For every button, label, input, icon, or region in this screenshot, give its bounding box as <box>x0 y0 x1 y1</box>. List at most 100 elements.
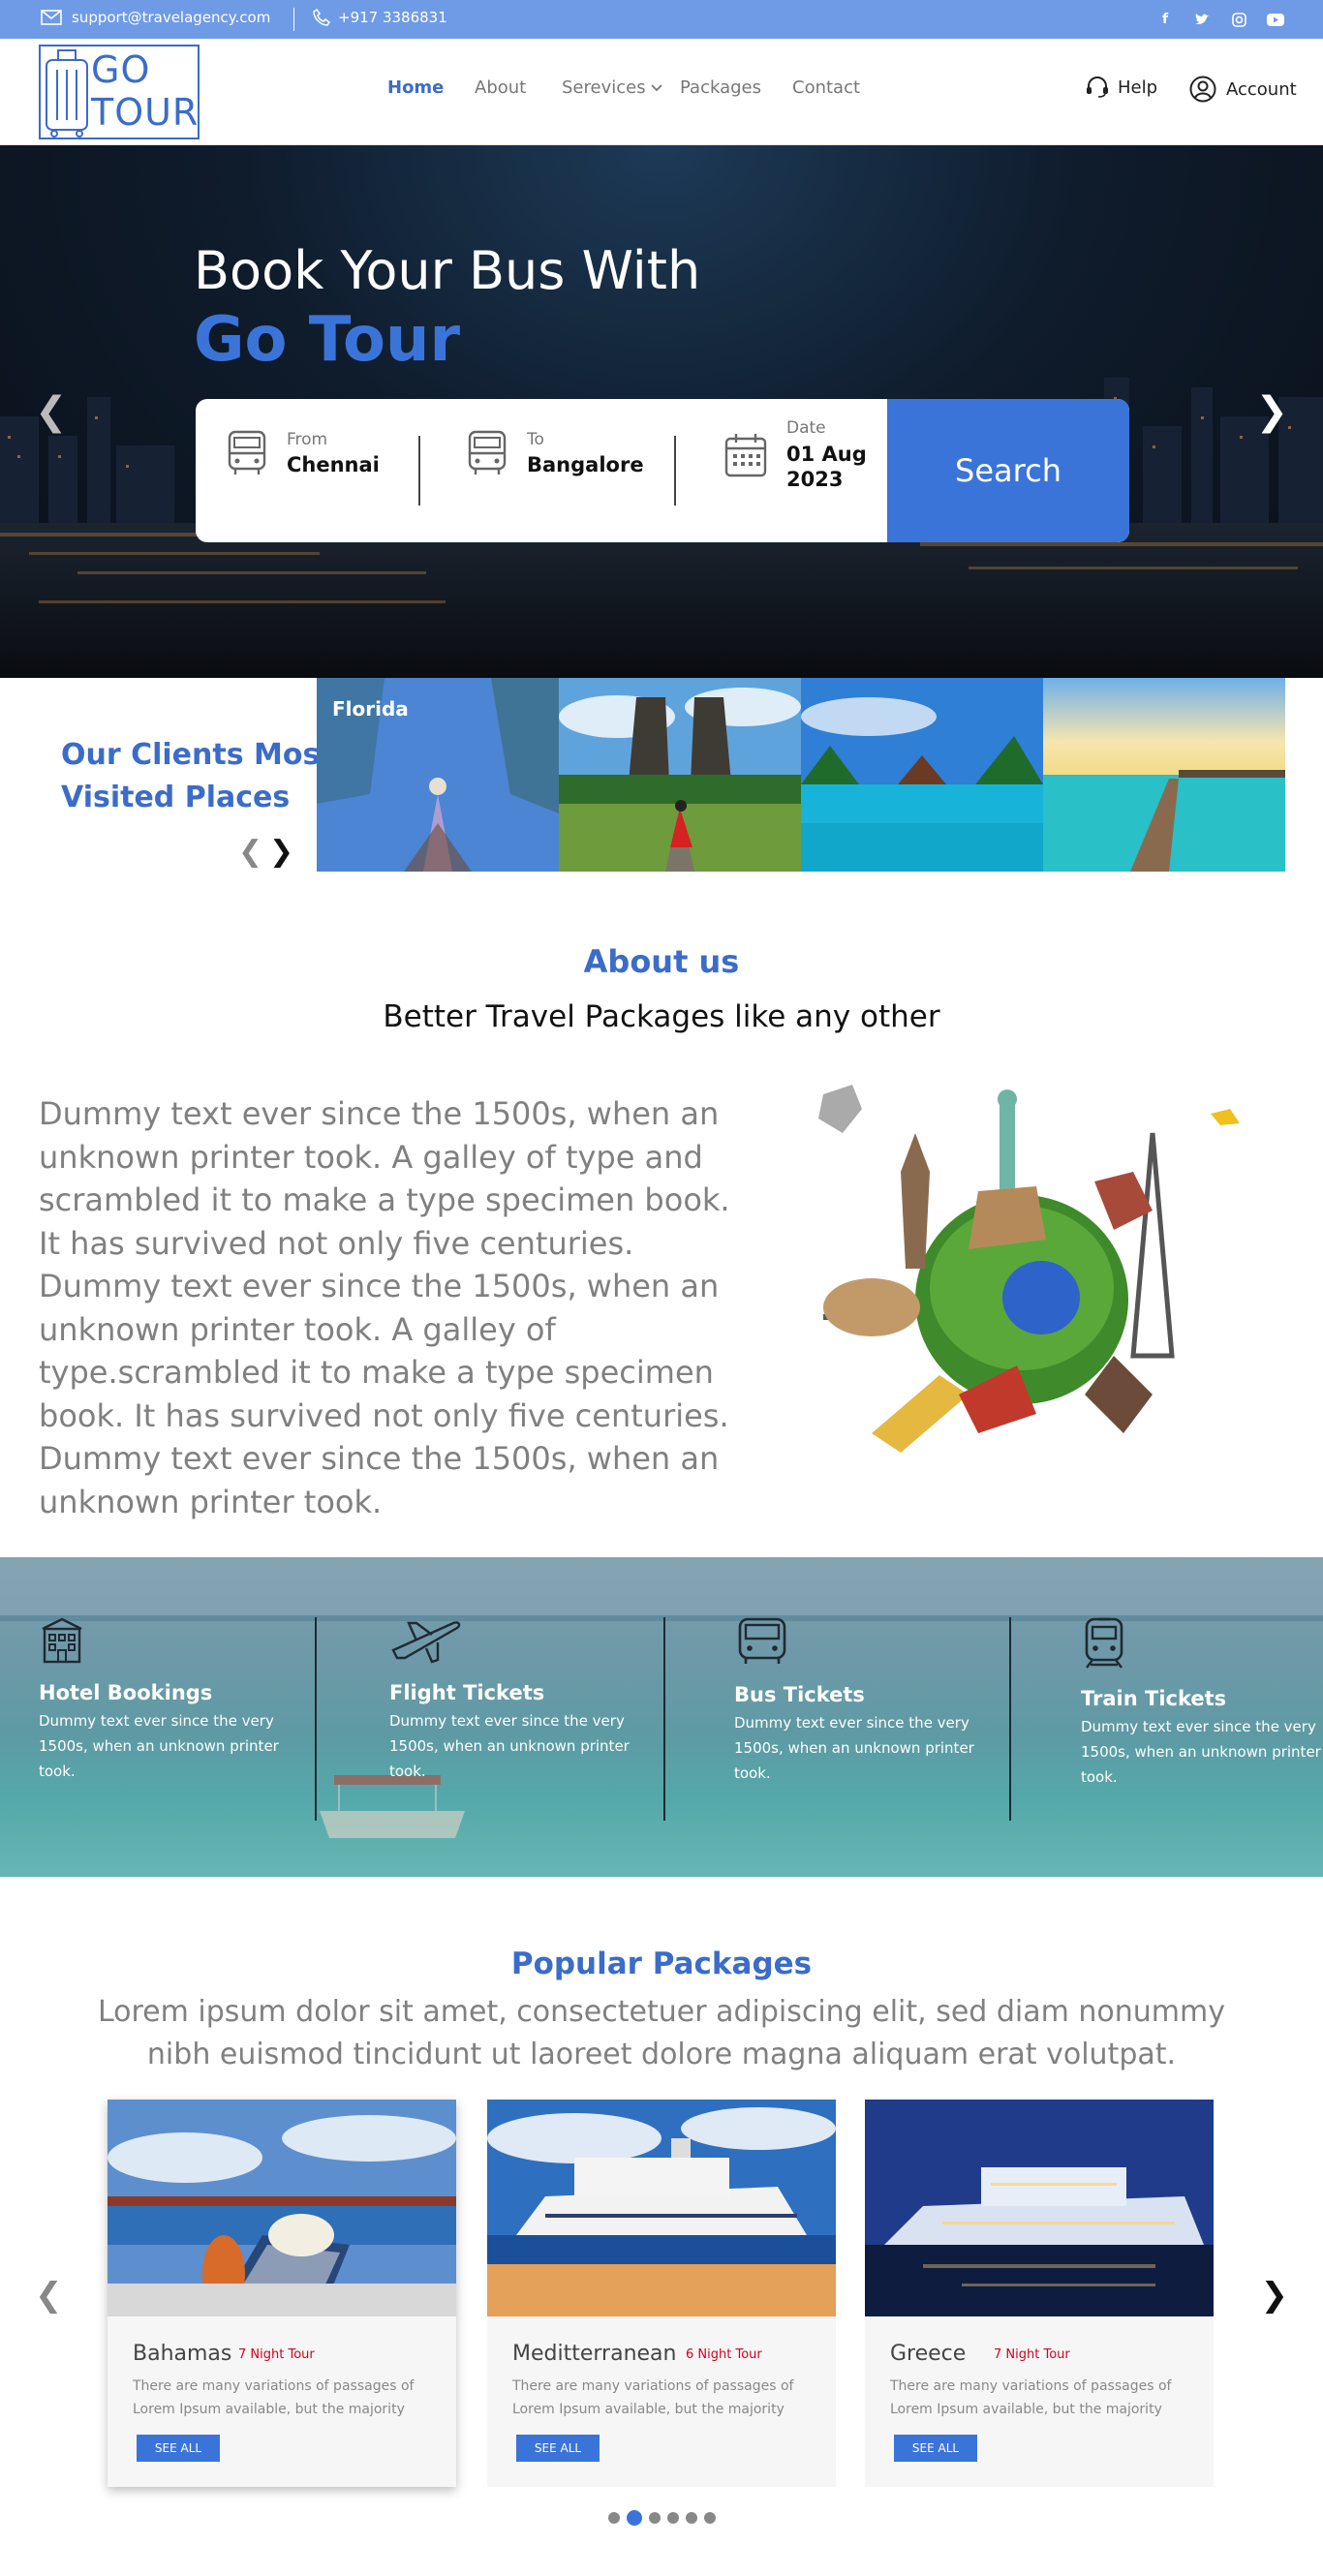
carousel-dot[interactable] <box>627 2510 642 2526</box>
carousel-dot[interactable] <box>608 2512 620 2524</box>
twitter-icon[interactable] <box>1191 10 1213 29</box>
package-text: There are many variations of passages of… <box>133 2378 415 2417</box>
service-divider <box>315 1617 317 1821</box>
bus-icon <box>468 430 507 475</box>
page: support@travelagency.com +917 3386831 f <box>0 0 1323 2576</box>
carousel-dot[interactable] <box>686 2512 697 2524</box>
support-phone[interactable]: +917 3386831 <box>313 9 447 26</box>
go-tour-logo[interactable]: GO TOUR <box>39 45 200 139</box>
cruise-ship-night-photo <box>865 2100 1214 2316</box>
services-band: Hotel Bookings Dummy text ever since the… <box>0 1557 1323 1877</box>
service-train[interactable]: Train Tickets Dummy text ever since the … <box>1081 1615 1323 1790</box>
package-name: Bahamas <box>133 2342 232 2366</box>
package-card[interactable]: Meditterranean 6 Night Tour There are ma… <box>487 2100 836 2487</box>
site-header: GO TOUR Home About Serevices Packages Co… <box>0 39 1323 145</box>
from-label: From <box>287 430 328 449</box>
service-bus[interactable]: Bus Tickets Dummy text ever since the ve… <box>734 1615 1025 1786</box>
package-card[interactable]: Greece 7 Night Tour There are many varia… <box>865 2100 1214 2487</box>
user-icon <box>1189 76 1216 103</box>
train-icon <box>1085 1617 1123 1669</box>
headset-icon <box>1087 77 1108 98</box>
carousel-dot[interactable] <box>704 2512 716 2524</box>
see-all-button[interactable]: SEE ALL <box>137 2435 220 2462</box>
topbar-divider <box>293 8 294 31</box>
airplane-icon <box>391 1621 461 1664</box>
see-all-button[interactable]: SEE ALL <box>894 2435 977 2462</box>
popular-subtitle: Lorem ipsum dolor sit amet, consectetuer… <box>97 1995 1226 2071</box>
popular-title: Popular Packages <box>510 1947 813 1981</box>
visited-title-line-1: Our Clients Most <box>61 738 334 772</box>
from-value: Chennai <box>287 453 380 476</box>
place-tile[interactable] <box>1043 678 1285 872</box>
about-subtitle: Better Travel Packages like any other <box>383 999 940 1034</box>
bus-icon <box>738 1617 786 1664</box>
nav-services[interactable]: Serevices <box>562 77 663 98</box>
logo-line-1: GO <box>91 48 151 91</box>
about-body: Dummy text ever since the 1500s, when an… <box>39 1095 730 1520</box>
package-nights: 7 Night Tour <box>994 2347 1070 2362</box>
places-next-arrow[interactable]: ❯ <box>269 835 293 869</box>
service-title: Train Tickets <box>1081 1687 1227 1710</box>
service-divider <box>1009 1617 1011 1821</box>
place-tile[interactable] <box>559 678 801 872</box>
to-value: Bangalore <box>527 453 644 476</box>
email-text: support@travelagency.com <box>72 9 271 26</box>
service-desc: Dummy text ever since the very 1500s, wh… <box>1081 1718 1321 1786</box>
support-email[interactable]: support@travelagency.com <box>41 9 270 26</box>
facebook-icon[interactable]: f <box>1154 10 1176 29</box>
service-hotel[interactable]: Hotel Bookings Dummy text ever since the… <box>39 1615 329 1784</box>
to-label: To <box>527 430 544 449</box>
package-card[interactable]: Bahamas 7 Night Tour There are many vari… <box>108 2100 456 2487</box>
search-button[interactable]: Search <box>887 399 1129 542</box>
carousel-dot[interactable] <box>667 2512 679 2524</box>
hotel-icon <box>42 1617 82 1664</box>
top-bar: support@travelagency.com +917 3386831 f <box>0 0 1323 39</box>
date-day-month: 01 Aug <box>786 443 867 466</box>
from-field[interactable]: From Chennai <box>225 428 380 478</box>
to-field[interactable]: To Bangalore <box>465 428 644 478</box>
hero-prev-arrow[interactable]: ❮ <box>35 389 68 434</box>
field-separator <box>674 436 676 506</box>
hero-title: Book Your Bus With <box>194 240 701 301</box>
visited-places-section: Our Clients Most Visited Places ❮ ❯ Flor… <box>0 678 1323 872</box>
package-name: Greece <box>890 2342 967 2366</box>
luggage-icon <box>46 49 88 138</box>
nav-home[interactable]: Home <box>387 77 444 98</box>
nav-contact[interactable]: Contact <box>792 77 860 98</box>
service-divider <box>663 1617 665 1821</box>
resort-pool-photo <box>801 678 1043 872</box>
package-image <box>865 2100 1214 2316</box>
hero-next-arrow[interactable]: ❯ <box>1255 389 1288 434</box>
place-tile[interactable] <box>801 678 1043 872</box>
service-desc: Dummy text ever since the very 1500s, wh… <box>734 1714 974 1782</box>
logo-line-2: TOUR <box>91 91 200 134</box>
service-flight[interactable]: Flight Tickets Dummy text ever since the… <box>389 1615 680 1784</box>
date-field[interactable]: Date 01 Aug 2023 <box>723 418 867 492</box>
see-all-button[interactable]: SEE ALL <box>516 2435 600 2462</box>
package-text: There are many variations of passages of… <box>890 2378 1172 2417</box>
service-title: Bus Tickets <box>734 1683 865 1706</box>
places-prev-arrow[interactable]: ❮ <box>238 835 262 869</box>
nav-about[interactable]: About <box>475 77 526 98</box>
service-desc: Dummy text ever since the very 1500s, wh… <box>389 1712 630 1780</box>
place-tile[interactable]: Florida <box>317 678 559 872</box>
phone-icon <box>313 9 330 26</box>
service-desc: Dummy text ever since the very 1500s, wh… <box>39 1712 279 1780</box>
account-link[interactable]: Account <box>1189 76 1297 103</box>
packages-prev-arrow[interactable]: ❮ <box>35 2276 63 2315</box>
package-nights: 6 Night Tour <box>686 2347 762 2362</box>
maldives-pier-photo <box>1043 678 1285 872</box>
date-year: 2023 <box>786 468 844 491</box>
hero-banner: ❮ ❯ Book Your Bus With Go Tour From Chen… <box>0 145 1323 678</box>
youtube-icon[interactable] <box>1265 10 1286 29</box>
about-title: About us <box>583 943 740 980</box>
mail-icon <box>41 10 62 25</box>
packages-next-arrow[interactable]: ❯ <box>1261 2276 1289 2315</box>
help-link[interactable]: Help <box>1085 76 1157 99</box>
bali-gate-photo <box>559 678 801 872</box>
carousel-dot[interactable] <box>649 2512 661 2524</box>
instagram-icon[interactable] <box>1228 10 1249 29</box>
package-text: There are many variations of passages of… <box>512 2378 794 2417</box>
nav-packages[interactable]: Packages <box>680 77 761 98</box>
social-links: f <box>1154 10 1286 29</box>
